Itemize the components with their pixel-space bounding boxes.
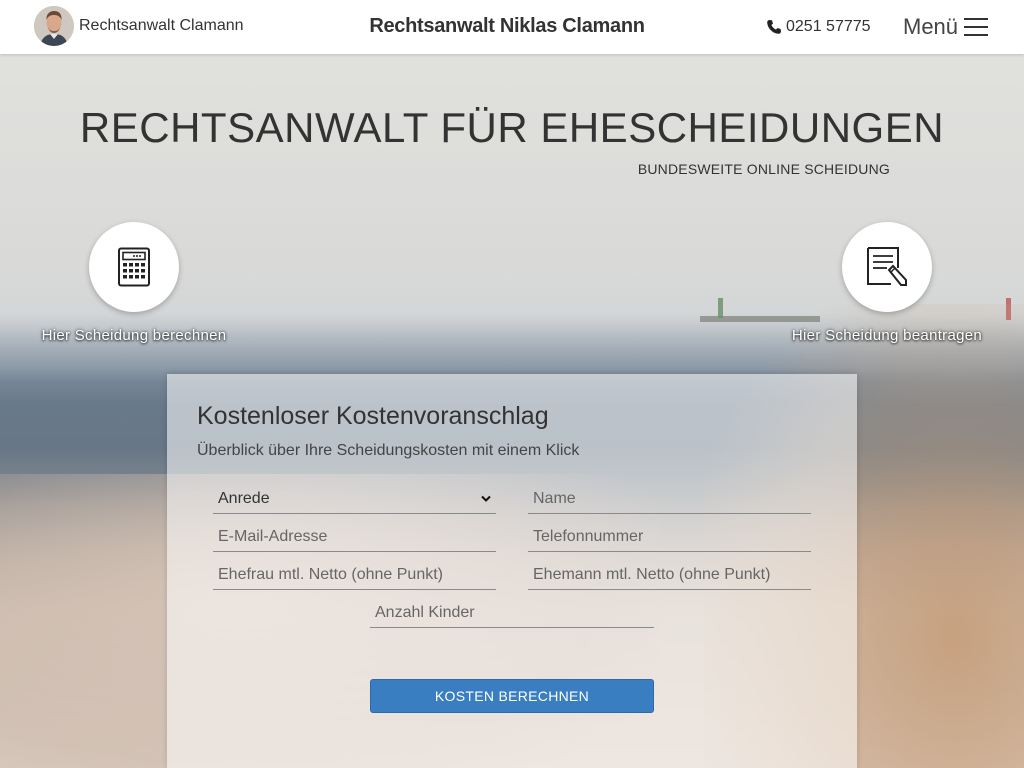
wife-income-input[interactable] — [213, 560, 496, 590]
name-input[interactable] — [528, 484, 811, 514]
children-count-input[interactable] — [370, 598, 654, 628]
hero-title: RECHTSANWALT FÜR EHESCHEIDUNGEN — [79, 104, 945, 151]
apply-circle — [842, 222, 932, 312]
apply-divorce-label: Hier Scheidung beantragen — [791, 327, 983, 344]
email-input[interactable] — [213, 522, 496, 552]
salutation-select[interactable]: Anrede — [213, 484, 496, 514]
calculate-divorce-label: Hier Scheidung berechnen — [41, 327, 227, 344]
quote-form-panel: Kostenloser Kostenvoranschlag Überblick … — [167, 374, 857, 768]
hamburger-icon — [964, 18, 989, 36]
calculate-circle — [89, 222, 179, 312]
salutation-value: Anrede — [218, 489, 270, 507]
phone-input[interactable] — [528, 522, 811, 552]
calculate-divorce-link[interactable]: Hier Scheidung berechnen — [14, 222, 254, 344]
menu-toggle[interactable]: Menü — [903, 14, 989, 40]
phone-link[interactable]: 0251 57775 — [766, 18, 871, 36]
calculator-icon — [118, 247, 150, 287]
site-header: Rechtsanwalt Clamann Rechtsanwalt Niklas… — [0, 0, 1024, 54]
phone-icon — [767, 20, 781, 34]
chevron-down-icon — [481, 492, 491, 506]
document-edit-icon — [867, 247, 907, 286]
apply-divorce-link[interactable]: Hier Scheidung beantragen — [767, 222, 1007, 344]
husband-income-input[interactable] — [528, 560, 811, 590]
hero-subtitle: BUNDESWEITE ONLINE SCHEIDUNG — [637, 161, 890, 177]
calculate-costs-button[interactable]: KOSTEN BERECHNEN — [370, 679, 654, 713]
form-lead: Überblick über Ihre Scheidungskosten mit… — [197, 442, 580, 459]
form-title: Kostenloser Kostenvoranschlag — [197, 402, 549, 430]
phone-number: 0251 57775 — [786, 18, 871, 35]
menu-label: Menü — [903, 14, 959, 39]
